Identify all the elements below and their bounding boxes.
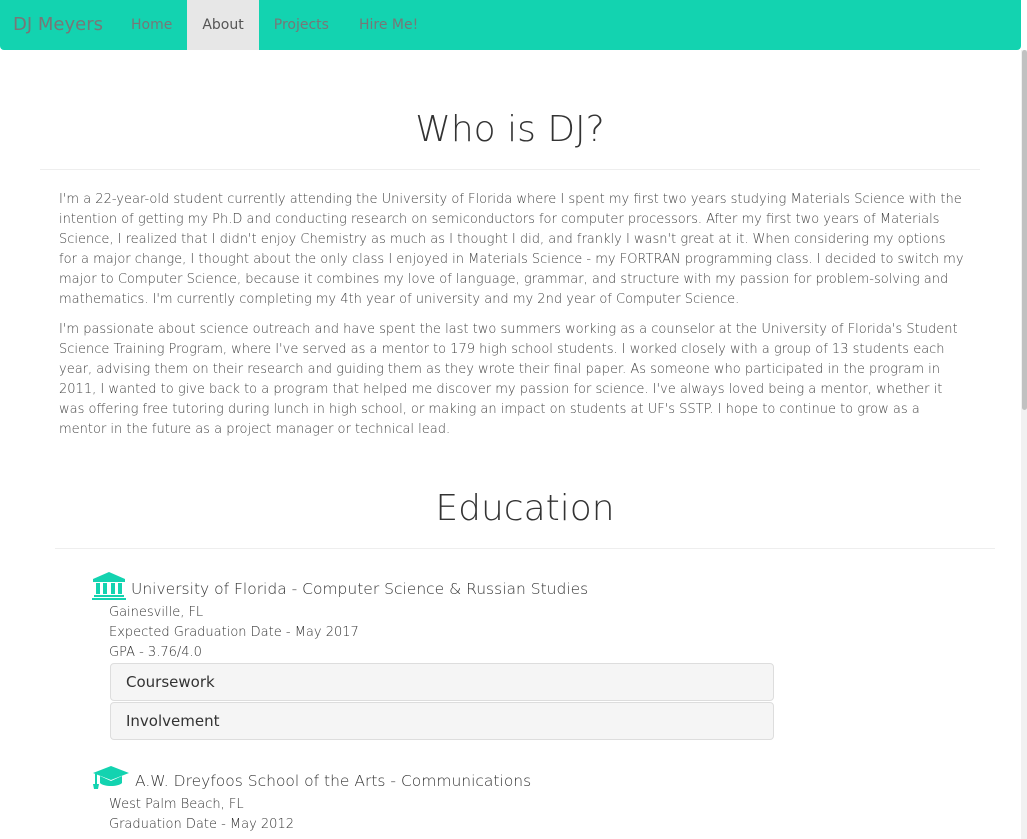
about-paragraph-2: I'm passionate about science outreach an… (59, 322, 958, 437)
navbar: DJ Meyers Home About Projects Hire Me! (0, 0, 1021, 50)
education-location-dreyfoos: West Palm Beach, FL (109, 797, 244, 812)
coursework-panel-title[interactable]: Coursework (126, 672, 215, 692)
university-icon (92, 572, 126, 600)
education-name-dreyfoos: A.W. Dreyfoos School of the Arts - Commu… (135, 772, 532, 790)
education-graduation-uf: Expected Graduation Date - May 2017 (109, 625, 359, 640)
page: DJ Meyers Home About Projects Hire Me! W… (0, 0, 1027, 839)
nav-menu: Home About Projects Hire Me! (116, 0, 433, 50)
nav-item-hire-me[interactable]: Hire Me! (344, 0, 433, 50)
involvement-panel-title[interactable]: Involvement (126, 711, 220, 731)
education-gpa-uf: GPA - 3.76/4.0 (109, 645, 202, 660)
involvement-panel[interactable]: Involvement (110, 702, 774, 740)
graduation-cap-icon (93, 766, 129, 789)
education-location-uf: Gainesville, FL (109, 605, 204, 620)
education-title: Education (435, 488, 615, 529)
scrollbar-thumb[interactable] (1022, 50, 1027, 410)
about-divider (40, 169, 980, 170)
nav-item-projects[interactable]: Projects (259, 0, 344, 50)
education-divider (55, 548, 995, 549)
education-graduation-dreyfoos: Graduation Date - May 2012 (109, 817, 294, 832)
about-title: Who is DJ? (415, 109, 605, 150)
about-paragraph-1: I'm a 22-year-old student currently atte… (59, 192, 964, 307)
education-name-uf: University of Florida - Computer Science… (131, 580, 589, 598)
nav-item-about[interactable]: About (187, 0, 259, 50)
brand-link[interactable]: DJ Meyers (13, 13, 103, 37)
nav-item-home[interactable]: Home (116, 0, 187, 50)
coursework-panel[interactable]: Coursework (110, 663, 774, 701)
